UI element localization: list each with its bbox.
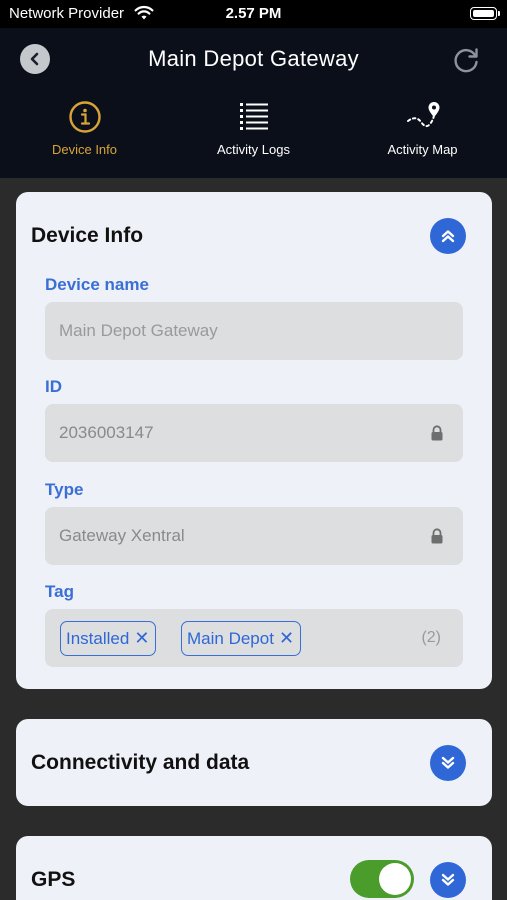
device-name-field-box [45, 302, 463, 360]
app-header: Main Depot Gateway Device Info Activity … [0, 28, 507, 178]
close-icon[interactable]: ✕ [134, 628, 149, 649]
tag-chip-installed[interactable]: Installed ✕ [60, 621, 157, 656]
device-name-label: Device name [45, 275, 149, 294]
device-name-input[interactable] [59, 302, 419, 360]
battery-icon [470, 7, 500, 20]
id-input [59, 404, 419, 462]
tab-device-info[interactable]: Device Info [0, 98, 169, 168]
gps-toggle[interactable] [350, 860, 414, 898]
card-title: Device Info [31, 224, 144, 247]
connectivity-card[interactable]: Connectivity and data [16, 719, 492, 806]
clock: 2.57 PM [225, 5, 282, 22]
tag-chip-label: Main Depot [187, 628, 274, 648]
tag-label: Tag [45, 582, 74, 601]
refresh-icon[interactable] [451, 45, 481, 75]
tag-count: (2) [421, 629, 441, 646]
tag-field[interactable]: Installed ✕ Main Depot ✕ (2) [45, 609, 463, 667]
collapse-button[interactable] [430, 218, 466, 254]
id-label: ID [45, 377, 62, 396]
chevron-double-down-icon [441, 756, 455, 769]
tab-label: Activity Map [387, 142, 458, 157]
card-title: Connectivity and data [31, 751, 250, 774]
device-info-card: Device Info Device name ID Type Tag Inst… [16, 192, 492, 689]
chevron-double-down-icon [441, 873, 455, 886]
expand-button[interactable] [430, 745, 466, 781]
tab-activity-logs[interactable]: Activity Logs [169, 98, 338, 168]
chevron-left-icon [30, 52, 39, 66]
lock-icon [431, 528, 443, 544]
info-circle-icon [68, 101, 101, 133]
route-map-icon [406, 102, 439, 128]
tag-chip-main-depot[interactable]: Main Depot ✕ [181, 621, 302, 656]
tab-bar: Device Info Activity Logs Activity Map [0, 98, 507, 168]
expand-button[interactable] [430, 862, 466, 898]
lock-icon [431, 425, 443, 441]
page-title: Main Depot Gateway [148, 46, 359, 71]
back-button[interactable] [20, 44, 50, 74]
type-label: Type [45, 480, 84, 499]
tag-chip-label: Installed [66, 628, 130, 648]
close-icon[interactable]: ✕ [279, 628, 294, 649]
tab-label: Activity Logs [217, 142, 290, 157]
type-field-box [45, 507, 463, 565]
status-bar: Network Provider 2.57 PM [0, 0, 507, 28]
type-input [59, 507, 419, 565]
tab-activity-map[interactable]: Activity Map [338, 98, 507, 168]
chevron-double-up-icon [441, 230, 455, 243]
id-field-box [45, 404, 463, 462]
card-title: GPS [31, 868, 76, 891]
list-icon [239, 103, 268, 130]
gps-card[interactable]: GPS [16, 836, 492, 900]
tab-label: Device Info [51, 142, 118, 157]
toggle-knob [379, 863, 411, 895]
